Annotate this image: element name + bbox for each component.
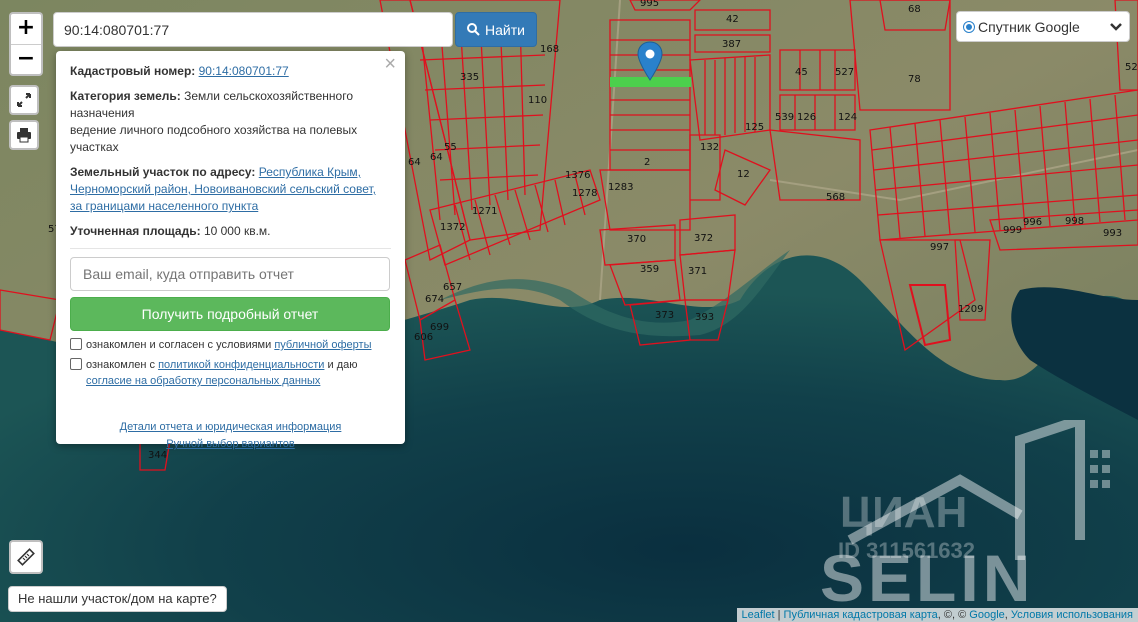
svg-text:1209: 1209 [958,304,983,315]
privacy-consent-text-2: и даю [324,359,358,371]
svg-text:1271: 1271 [472,206,497,217]
svg-text:1372: 1372 [440,222,465,233]
address-label: Земельный участок по адресу: [70,165,256,179]
privacy-policy-link[interactable]: политикой конфиденциальности [158,359,324,371]
svg-text:78: 78 [908,74,921,85]
svg-text:539: 539 [775,112,794,123]
svg-text:527: 527 [835,67,854,78]
email-field[interactable] [70,257,390,291]
search-button[interactable]: Найти [455,12,537,47]
area-value: 10 000 кв.м. [203,224,271,238]
parcel-info-popup: × Кадастровый номер: 90:14:080701:77 Кат… [56,51,405,450]
pkk-link[interactable]: Публичная кадастровая карта [784,609,938,621]
svg-text:568: 568 [826,192,845,203]
svg-text:371: 371 [688,266,707,277]
svg-text:45: 45 [795,67,808,78]
divider [70,248,391,249]
svg-text:132: 132 [700,142,719,153]
google-link[interactable]: Google [969,609,1004,621]
chevron-down-icon [1109,19,1123,35]
svg-text:2: 2 [644,157,650,168]
map-attribution: Leaflet | Публичная кадастровая карта, ©… [736,608,1138,622]
cadastral-number-link[interactable]: 90:14:080701:77 [199,64,289,78]
svg-text:674: 674 [425,294,444,305]
zoom-in-button[interactable]: + [11,14,41,44]
personal-data-link[interactable]: согласие на обработку персональных данны… [86,375,320,387]
cadastral-label: Кадастровый номер: [70,64,196,78]
privacy-consent-text: ознакомлен с [86,359,159,371]
svg-text:526: 526 [1125,62,1138,73]
svg-text:606: 606 [414,332,433,343]
svg-text:12: 12 [737,169,750,180]
svg-text:993: 993 [1103,228,1122,239]
svg-text:1278: 1278 [572,188,597,199]
offer-consent-text: ознакомлен и согласен с условиями [86,339,275,351]
svg-text:370: 370 [627,234,646,245]
ruler-icon [17,548,35,566]
offer-checkbox[interactable] [70,338,82,350]
get-report-button[interactable]: Получить подробный отчет [70,297,390,331]
svg-text:110: 110 [528,95,547,106]
svg-text:999: 999 [1003,225,1022,236]
fullscreen-button[interactable] [9,85,39,115]
area-label: Уточненная площадь: [70,224,201,238]
svg-text:125: 125 [745,122,764,133]
svg-text:42: 42 [726,14,739,25]
category-row: Категория земель: Земли сельскохозяйстве… [70,88,391,156]
attribution-text: , ©, © [937,609,970,621]
svg-text:64: 64 [408,157,421,168]
search-input[interactable] [53,12,453,47]
manual-selection-link[interactable]: Ручной выбор вариантов [70,436,391,453]
svg-text:393: 393 [695,312,714,323]
offer-consent-row: ознакомлен и согласен с условиями публич… [70,337,391,353]
svg-text:124: 124 [838,112,857,123]
search-button-label: Найти [485,21,525,38]
category-label: Категория земель: [70,89,181,103]
print-button[interactable] [9,120,39,150]
svg-text:372: 372 [694,233,713,244]
svg-text:1376: 1376 [565,170,590,181]
terms-link[interactable]: Условия использования [1011,609,1133,621]
svg-text:996: 996 [1023,217,1042,228]
svg-text:387: 387 [722,39,741,50]
svg-text:168: 168 [540,44,559,55]
layer-select[interactable]: Спутник Google [956,11,1130,42]
svg-text:64: 64 [430,152,443,163]
radio-icon [963,20,975,33]
svg-text:998: 998 [1065,216,1084,227]
svg-text:373: 373 [655,310,674,321]
search-icon [467,23,480,36]
svg-text:359: 359 [640,264,659,275]
privacy-checkbox[interactable] [70,358,82,370]
area-row: Уточненная площадь: 10 000 кв.м. [70,223,391,240]
svg-text:995: 995 [640,0,659,9]
layer-select-label: Спутник Google [978,18,1080,35]
svg-text:126: 126 [797,112,816,123]
offer-link[interactable]: публичной оферты [274,339,371,351]
cadastral-row: Кадастровый номер: 90:14:080701:77 [70,63,391,80]
measure-button[interactable] [9,540,43,574]
zoom-out-button[interactable]: − [11,44,41,74]
close-icon[interactable]: × [384,54,396,74]
leaflet-link[interactable]: Leaflet [742,609,775,621]
zoom-control: + − [9,12,43,76]
report-details-link[interactable]: Детали отчета и юридическая информация [70,419,391,436]
svg-text:657: 657 [443,282,462,293]
privacy-consent-row: ознакомлен с политикой конфиденциальност… [70,357,391,389]
category-purpose: ведение личного подсобного хозяйства на … [70,123,358,154]
attribution-separator: | [774,609,784,621]
svg-text:68: 68 [908,4,921,15]
svg-text:335: 335 [460,72,479,83]
not-found-button[interactable]: Не нашли участок/дом на карте? [8,586,227,612]
printer-icon [17,128,31,143]
svg-text:55: 55 [444,142,457,153]
svg-text:1283: 1283 [608,182,633,193]
svg-text:997: 997 [930,242,949,253]
address-row: Земельный участок по адресу: Республика … [70,164,391,215]
expand-icon [17,93,31,107]
